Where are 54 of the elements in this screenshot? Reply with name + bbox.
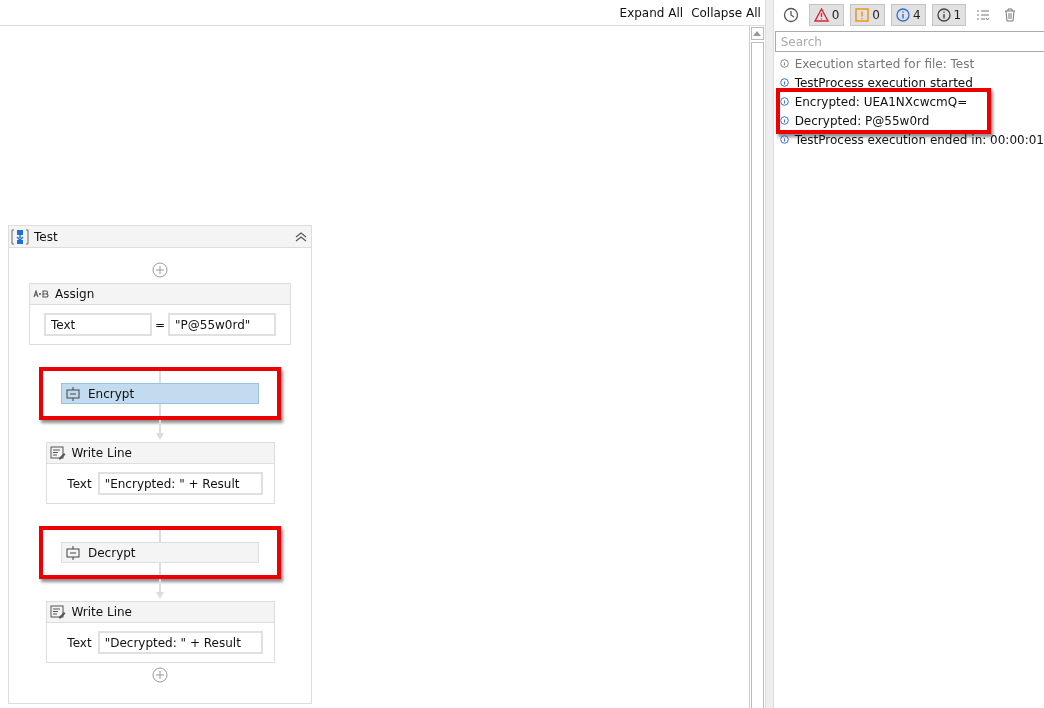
equals-sign: = xyxy=(154,317,166,332)
assign-to-field[interactable]: Text xyxy=(43,313,152,336)
sequence-icon xyxy=(11,228,29,245)
log-filter-button[interactable]: 0 xyxy=(808,4,845,26)
info-icon xyxy=(936,8,951,22)
scroll-up-icon[interactable] xyxy=(753,31,762,36)
clock-icon[interactable] xyxy=(782,7,799,23)
error-icon xyxy=(813,8,829,22)
activity-title: Assign xyxy=(55,287,95,301)
activity-title: Decrypt xyxy=(88,545,136,560)
warning-icon xyxy=(855,8,870,22)
assign-activity[interactable]: Assign Text = "P@55w0rd" xyxy=(29,283,291,345)
log-filter-button[interactable]: 0 xyxy=(850,4,885,26)
toolbar-link[interactable]: Expand All xyxy=(619,5,684,20)
connector-arrow xyxy=(155,579,165,601)
activity-title: Write Line xyxy=(71,605,132,619)
activity-title: Encrypt xyxy=(88,386,135,401)
panel-splitter[interactable] xyxy=(764,0,774,708)
add-activity-icon[interactable] xyxy=(152,262,168,278)
log-message[interactable]: Execution started for file: Test xyxy=(794,56,975,71)
activity-title: Write Line xyxy=(71,446,132,460)
log-filter-button[interactable]: 4 xyxy=(890,4,926,26)
assign-icon xyxy=(33,290,49,298)
log-level-icon xyxy=(779,59,789,68)
toolbar-link[interactable]: Collapse All xyxy=(691,5,761,20)
invoke-activity[interactable]: Decrypt xyxy=(61,542,259,563)
text-label: Text xyxy=(67,635,92,650)
assign-value-field[interactable]: "P@55w0rd" xyxy=(168,313,277,336)
write-line-activity[interactable]: Write Line Text "Decrypted: " + Result xyxy=(45,601,275,663)
collapse-icon[interactable] xyxy=(295,230,307,243)
expression-field[interactable]: "Decrypted: " + Result xyxy=(97,631,263,654)
log-message[interactable]: TestProcess execution ended in: 00:00:01 xyxy=(794,132,1044,147)
workflow-icon xyxy=(66,545,80,560)
info-icon xyxy=(895,8,910,22)
connector-arrow xyxy=(155,420,165,442)
log-message[interactable]: Encrypted: UEA1NXcwcmQ= xyxy=(794,94,968,109)
expression-field[interactable]: "Encrypted: " + Result xyxy=(97,472,263,495)
log-level-icon xyxy=(779,78,789,87)
log-level-icon xyxy=(779,135,789,144)
write-line-activity[interactable]: Write Line Text "Encrypted: " + Result xyxy=(45,442,275,504)
search-field[interactable]: Search xyxy=(774,31,1044,52)
vertical-scrollbar[interactable] xyxy=(748,26,765,708)
workflow-icon xyxy=(66,386,80,401)
log-level-icon xyxy=(779,97,789,106)
sequence-title: Test xyxy=(34,229,59,244)
filter-list-icon[interactable] xyxy=(976,9,991,21)
text-label: Text xyxy=(67,476,92,491)
log-filter-button[interactable]: 1 xyxy=(931,4,967,26)
log-message[interactable]: Decrypted: P@55w0rd xyxy=(794,113,930,128)
delete-icon[interactable] xyxy=(1004,8,1017,22)
invoke-activity[interactable]: Encrypt xyxy=(61,383,259,404)
log-message[interactable]: TestProcess execution started xyxy=(794,75,973,90)
add-activity-icon[interactable] xyxy=(152,667,168,683)
log-level-icon xyxy=(779,116,789,125)
